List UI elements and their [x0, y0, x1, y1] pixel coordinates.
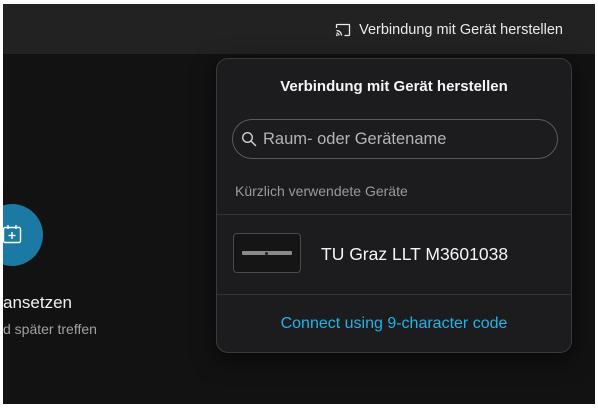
popover-title: Verbindung mit Gerät herstellen	[280, 78, 508, 95]
connect-device-button[interactable]: Verbindung mit Gerät herstellen	[335, 20, 563, 40]
device-list-item[interactable]: TU Graz LLT M3601038	[217, 215, 571, 293]
cast-icon	[335, 23, 351, 37]
connect-device-popover: Verbindung mit Gerät herstellen Kürzlich…	[216, 58, 572, 353]
device-bar-icon	[233, 233, 301, 273]
recent-devices-label: Kürzlich verwendete Geräte	[235, 183, 408, 199]
schedule-subtitle: d später treffen	[3, 321, 97, 337]
calendar-add-icon	[3, 225, 22, 244]
app-window: Verbindung mit Gerät herstellen ansetzen…	[3, 4, 595, 404]
device-search-input[interactable]	[263, 129, 543, 149]
connect-device-label: Verbindung mit Gerät herstellen	[359, 22, 563, 38]
divider	[217, 294, 571, 295]
schedule-title: ansetzen	[3, 293, 72, 312]
connect-code-link[interactable]: Connect using 9-character code	[217, 315, 571, 333]
device-name: TU Graz LLT M3601038	[321, 244, 509, 264]
schedule-meeting-button[interactable]	[3, 204, 43, 266]
top-bar: Verbindung mit Gerät herstellen	[3, 4, 595, 54]
search-icon	[241, 131, 257, 147]
device-search-box[interactable]	[232, 119, 558, 159]
